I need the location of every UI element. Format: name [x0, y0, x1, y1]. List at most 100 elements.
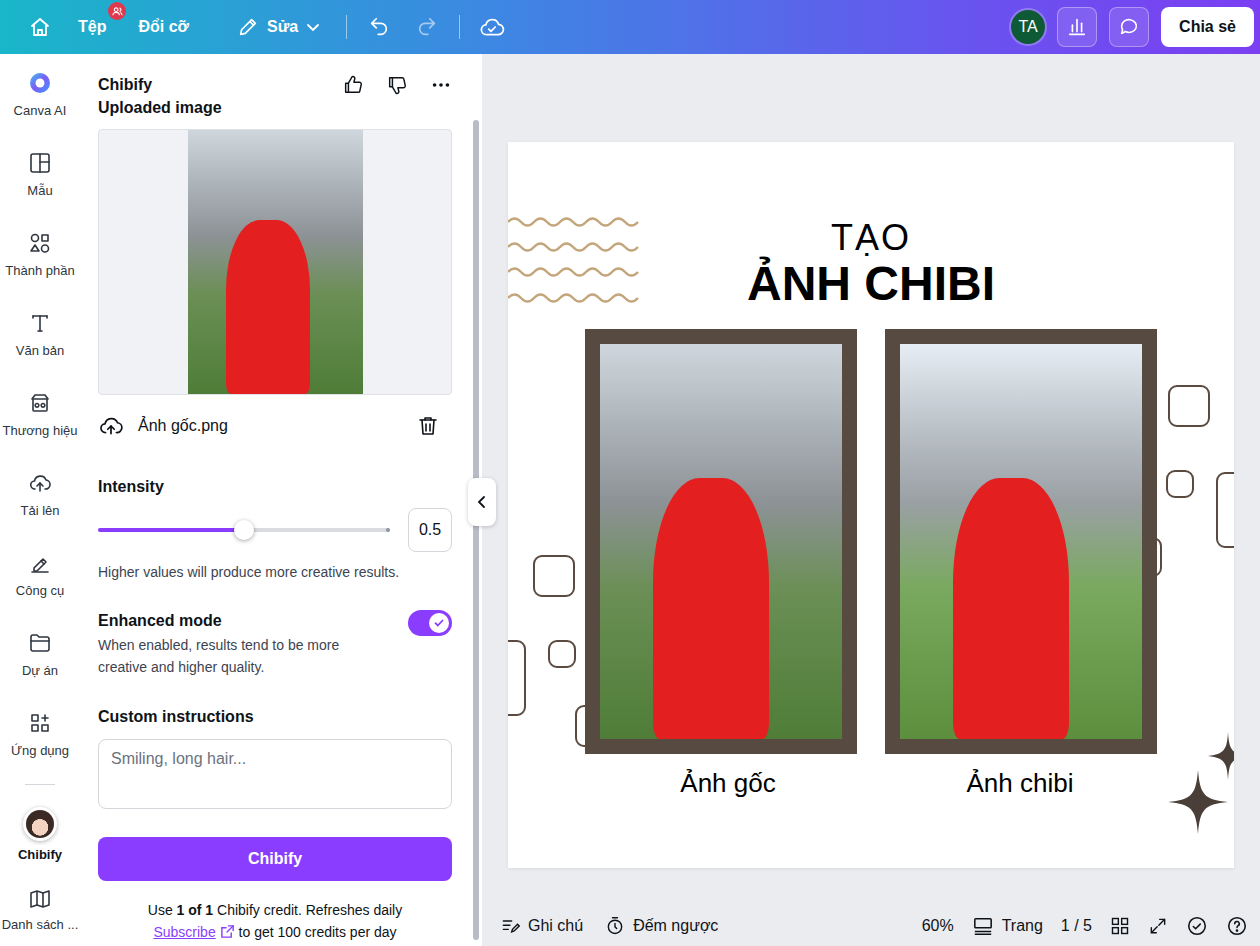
photo-frame[interactable]: [885, 329, 1157, 754]
toggle-knob: [429, 613, 449, 633]
square-decoration: [508, 640, 526, 716]
side-rail: Canva AIMẫuThành phầnVăn bảnThương hiệuT…: [0, 54, 80, 946]
menu-item[interactable]: Đổi cỡ: [130, 10, 197, 44]
comment-icon: [1118, 16, 1140, 38]
rail-item[interactable]: Mẫu: [0, 134, 80, 214]
page-counter: 1 / 5: [1061, 917, 1092, 935]
design-page[interactable]: TẠOẢNH CHIBI Ảnh gốc Ảnh chibi: [508, 142, 1234, 868]
rail-app-item[interactable]: Chibify: [0, 799, 80, 869]
top-bar: Tệp Đổi cỡ Sửa TA Chia sẻ: [0, 0, 1260, 54]
subscribe-link[interactable]: Subscribe: [153, 924, 215, 940]
undo-button[interactable]: [361, 9, 397, 45]
intensity-hint: Higher values will produce more creative…: [98, 562, 452, 582]
divider: [459, 15, 460, 39]
notes-button[interactable]: Ghi chú: [500, 916, 583, 936]
user-avatar[interactable]: TA: [1011, 10, 1045, 44]
trash-icon[interactable]: [416, 414, 440, 438]
square-decoration: [1166, 470, 1194, 498]
enhanced-hint: When enabled, results tend to be more cr…: [98, 634, 368, 678]
people-icon: [112, 6, 123, 17]
photo: [600, 344, 842, 739]
comment-button[interactable]: [1109, 7, 1149, 47]
cloud-upload-icon: [98, 413, 124, 439]
rail-item[interactable]: Dự án: [0, 614, 80, 694]
thumbs-up-icon[interactable]: [342, 74, 364, 96]
redo-icon: [416, 16, 438, 38]
enhanced-toggle[interactable]: [408, 610, 452, 636]
pencil-icon: [237, 16, 259, 38]
thumbs-down-icon[interactable]: [386, 74, 408, 96]
rail-app-item[interactable]: Danh sách ...: [0, 869, 80, 946]
enhanced-label: Enhanced mode: [98, 610, 368, 632]
timer-icon: [605, 916, 625, 936]
pages-icon: [972, 916, 994, 936]
workspace: Canva AIMẫuThành phầnVăn bảnThương hiệuT…: [0, 54, 1260, 946]
intensity-label: Intensity: [98, 476, 452, 498]
chibify-panel: Chibify Uploaded image Ảnh gốc.png Intensit…: [80, 54, 482, 946]
undo-icon: [368, 16, 390, 38]
home-icon: [28, 15, 52, 39]
home-button[interactable]: [22, 9, 58, 45]
external-link-icon: [220, 924, 235, 939]
map-icon: [28, 887, 52, 911]
wave-decoration: [508, 212, 640, 308]
photo-caption[interactable]: Ảnh gốc: [592, 767, 864, 799]
rail-icon: [28, 231, 52, 255]
file-row: Ảnh gốc.png: [98, 410, 452, 442]
rail-separator: [25, 784, 55, 785]
timer-button[interactable]: Đếm ngược: [605, 916, 718, 936]
rail-item[interactable]: Ứng dụng: [0, 694, 80, 774]
chibify-button[interactable]: Chibify: [98, 837, 452, 881]
check-icon: [433, 617, 445, 629]
grid-view-icon[interactable]: [1110, 916, 1130, 936]
pages-button[interactable]: Trang: [972, 916, 1043, 936]
insights-button[interactable]: [1057, 7, 1097, 47]
edit-menu[interactable]: Sửa: [229, 8, 328, 46]
chibify-app-icon: [23, 807, 57, 841]
help-icon[interactable]: [1226, 915, 1248, 937]
rail-icon: [28, 391, 52, 415]
intensity-slider[interactable]: [98, 528, 390, 532]
slider-end: [386, 528, 390, 532]
canva-editor: Tệp Đổi cỡ Sửa TA Chia sẻ Canva AIMẫuThành ph…: [0, 0, 1260, 946]
save-status-button[interactable]: [474, 9, 510, 45]
bar-chart-icon: [1066, 16, 1088, 38]
more-icon[interactable]: [430, 74, 452, 96]
rail-item[interactable]: Thương hiệu: [0, 374, 80, 454]
square-decoration: [548, 640, 576, 668]
slider-fill: [98, 528, 244, 532]
notes-icon: [500, 916, 520, 936]
divider: [346, 15, 347, 39]
star-decoration: [1168, 770, 1228, 834]
slider-knob[interactable]: [234, 520, 254, 540]
rail-item[interactable]: Văn bản: [0, 294, 80, 374]
fullscreen-icon[interactable]: [1148, 916, 1168, 936]
photo: [900, 344, 1142, 739]
collapse-panel-button[interactable]: [468, 478, 496, 526]
cloud-check-icon: [479, 14, 505, 40]
panel-subtitle: Uploaded image: [98, 96, 452, 120]
bottom-bar: Ghi chú Đếm ngược 60% Trang 1 / 5: [482, 905, 1260, 946]
rail-item[interactable]: Tải lên: [0, 454, 80, 534]
menu-item[interactable]: Tệp: [70, 10, 114, 44]
photo-caption[interactable]: Ảnh chibi: [884, 767, 1156, 799]
uploaded-photo: [188, 130, 363, 394]
zoom-level[interactable]: 60%: [922, 917, 954, 935]
rail-item[interactable]: Thành phần: [0, 214, 80, 294]
check-circle-icon[interactable]: [1186, 915, 1208, 937]
design-title[interactable]: TẠOẢNH CHIBI: [508, 218, 1234, 310]
square-decoration: [1168, 385, 1210, 427]
star-decoration: [1208, 732, 1234, 780]
file-name: Ảnh gốc.png: [138, 417, 402, 435]
redo-button[interactable]: [409, 9, 445, 45]
rail-icon: [28, 631, 52, 655]
rail-item[interactable]: Canva AI: [0, 54, 80, 134]
rail-icon: [28, 311, 52, 335]
photo-frame[interactable]: [585, 329, 857, 754]
uploaded-image-preview: [98, 129, 452, 395]
share-button[interactable]: Chia sẻ: [1161, 7, 1254, 47]
custom-instructions-input[interactable]: [98, 739, 452, 809]
intensity-value[interactable]: 0.5: [408, 508, 452, 552]
rail-item[interactable]: Công cụ: [0, 534, 80, 614]
rail-icon: [28, 551, 52, 575]
